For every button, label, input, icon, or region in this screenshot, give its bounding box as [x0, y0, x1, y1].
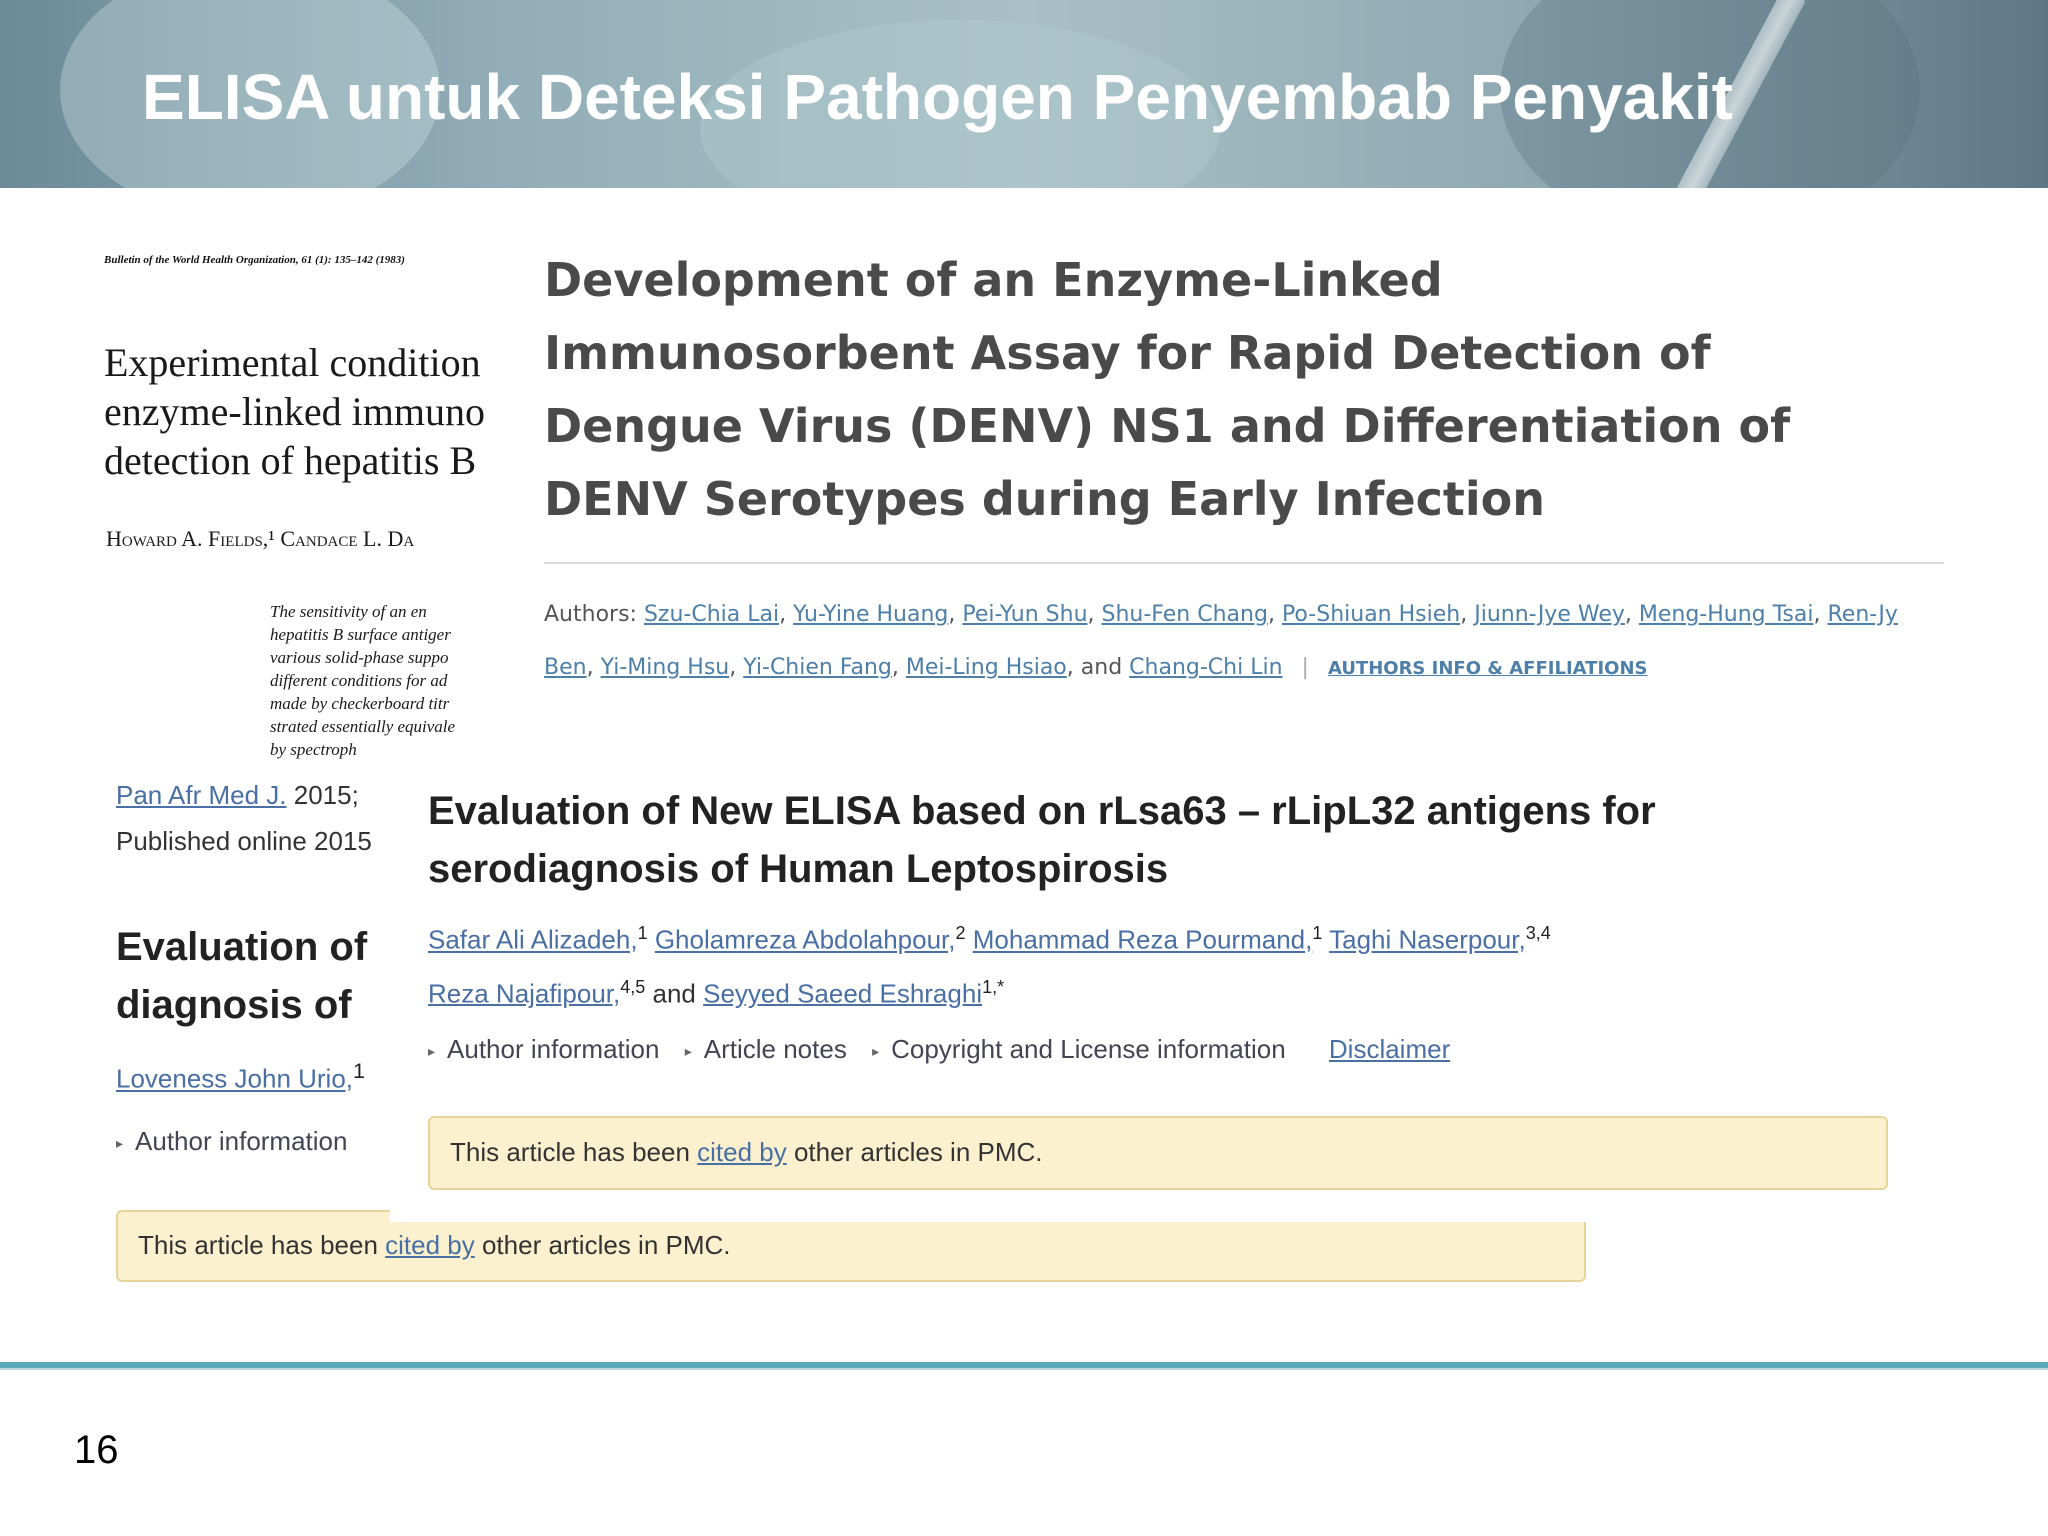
author-link[interactable]: Shu-Fen Chang: [1102, 602, 1268, 627]
journal-year: 2015;: [286, 780, 359, 810]
paper-screenshot-leptospirosis: Evaluation of New ELISA based on rLsa63 …: [390, 766, 1950, 1222]
paper-title: Experimental condition enzyme-linked imm…: [104, 338, 485, 485]
authors-label: Authors:: [544, 602, 637, 627]
author-link[interactable]: Pei-Yun Shu: [962, 602, 1087, 627]
abstract-line: by spectroph: [270, 740, 357, 759]
author-affiliation: 1: [1312, 923, 1323, 943]
article-notes-toggle[interactable]: ▸ Article notes: [685, 1034, 847, 1064]
journal-citation: Pan Afr Med J. 2015;: [116, 780, 359, 811]
author-link[interactable]: Seyyed Saeed Eshraghi: [703, 978, 982, 1008]
paper-abstract: The sensitivity of an en hepatitis B sur…: [270, 600, 455, 761]
paper-title-line: serodiagnosis of Human Leptospirosis: [428, 847, 1169, 891]
triangle-right-icon: ▸: [872, 1042, 880, 1059]
author-link[interactable]: Loveness John Urio,1: [116, 1058, 365, 1095]
author-affiliation: 3,4: [1525, 923, 1551, 943]
and-text: and: [652, 978, 696, 1009]
author-link[interactable]: Meng-Hung Tsai: [1639, 602, 1814, 627]
paper-title: Evaluation of New ELISA based on rLsa63 …: [428, 782, 1656, 898]
author-link[interactable]: Mei-Ling Hsiao: [906, 655, 1067, 680]
slide-title: ELISA untuk Deteksi Pathogen Penyembab P…: [142, 61, 1733, 133]
cited-by-link[interactable]: cited by: [697, 1137, 787, 1167]
footer-divider-shadow: [0, 1368, 2048, 1370]
cited-text: other articles in PMC.: [786, 1137, 1043, 1167]
journal-citation: Bulletin of the World Health Organizatio…: [104, 254, 405, 266]
author-affiliation: 4,5: [620, 976, 646, 997]
paper-title-line: Evaluation of New ELISA based on rLsa63 …: [428, 789, 1656, 833]
header-banner: ELISA untuk Deteksi Pathogen Penyembab P…: [0, 0, 2048, 188]
author-link[interactable]: Yi-Ming Hsu: [601, 655, 730, 680]
author-link[interactable]: Taghi Naserpour,: [1329, 925, 1526, 955]
author-line: Safar Ali Alizadeh,1 Gholamreza Abdolahp…: [428, 910, 1551, 964]
toggle-label: Author information: [447, 1034, 660, 1064]
author-link[interactable]: Mohammad Reza Pourmand,: [973, 925, 1313, 955]
paper-title-line: enzyme-linked immuno: [104, 389, 486, 434]
divider: [544, 562, 1944, 564]
separator: |: [1301, 655, 1309, 680]
paper-screenshot-hepatitis: Bulletin of the World Health Organizatio…: [100, 250, 520, 770]
toggle-label: Article notes: [703, 1034, 847, 1064]
author-link[interactable]: Yi-Chien Fang: [743, 655, 892, 680]
journal-link[interactable]: Pan Afr Med J.: [116, 780, 287, 810]
author-information-toggle[interactable]: ▸ Author information: [428, 1034, 659, 1064]
paper-title-line: DENV Serotypes during Early Infection: [544, 472, 1546, 526]
paper-title: Evaluation of diagnosis of: [116, 918, 367, 1034]
toggle-label: Copyright and License information: [891, 1034, 1286, 1064]
triangle-right-icon: ▸: [684, 1042, 692, 1059]
author-link[interactable]: Safar Ali Alizadeh,: [428, 925, 638, 955]
author-link[interactable]: Po-Shiuan Hsieh: [1282, 602, 1460, 627]
paper-title-line: Development of an Enzyme-Linked: [544, 253, 1443, 307]
author-affiliation: 1,*: [982, 976, 1005, 997]
cited-by-notice: This article has been cited by other art…: [428, 1116, 1888, 1190]
cited-text: other articles in PMC.: [474, 1230, 731, 1260]
author-link[interactable]: Szu-Chia Lai: [644, 602, 779, 627]
author-link[interactable]: Gholamreza Abdolahpour,: [655, 925, 956, 955]
page-number: 16: [74, 1428, 119, 1472]
and-text: and: [1080, 655, 1123, 680]
article-info-links: ▸ Author information ▸ Article notes ▸ Copy…: [428, 1034, 1450, 1065]
author-link[interactable]: Jiunn-Jye Wey: [1474, 602, 1625, 627]
paper-title-line: Experimental condition: [104, 340, 481, 385]
paper-title-line: Dengue Virus (DENV) NS1 and Differentiat…: [544, 399, 1791, 453]
abstract-line: The sensitivity of an en: [270, 602, 427, 621]
paper-screenshot-dengue: Development of an Enzyme-Linked Immunoso…: [520, 218, 1950, 768]
paper-title-line: Immunosorbent Assay for Rapid Detection …: [544, 326, 1711, 380]
cited-text: This article has been: [138, 1230, 386, 1260]
paper-title-line: Evaluation of: [116, 925, 368, 969]
cited-by-link[interactable]: cited by: [385, 1230, 475, 1260]
abstract-line: hepatitis B surface antiger: [270, 625, 451, 644]
published-date: Published online 2015: [116, 826, 372, 856]
author-affiliation: 2: [955, 923, 966, 943]
paper-authors: Howard A. Fields,¹ Candace L. Da: [106, 526, 415, 551]
author-list: Authors: Szu-Chia Lai, Yu-Yine Huang, Pe…: [544, 602, 1898, 680]
author-info-toggle[interactable]: ▸ Author information: [116, 1126, 347, 1157]
author-link[interactable]: Yu-Yine Huang: [793, 602, 948, 627]
author-affiliation: 1: [353, 1058, 366, 1083]
author-list: Safar Ali Alizadeh,1 Gholamreza Abdolahp…: [428, 910, 1551, 1017]
author-link[interactable]: Chang-Chi Lin: [1129, 655, 1282, 680]
author-info-label: Author information: [135, 1126, 348, 1156]
copyright-license-toggle[interactable]: ▸ Copyright and License information: [872, 1034, 1286, 1064]
author-affiliation: 1: [637, 923, 648, 943]
author-name[interactable]: Loveness John Urio,: [116, 1064, 353, 1094]
author-line: Reza Najafipour,4,5 and Seyyed Saeed Esh…: [428, 964, 1551, 1018]
abstract-line: made by checkerboard titr: [270, 694, 450, 713]
paper-title-line: diagnosis of: [116, 983, 352, 1027]
triangle-right-icon: ▸: [116, 1134, 124, 1151]
disclaimer-link[interactable]: Disclaimer: [1329, 1034, 1450, 1064]
cited-text: This article has been: [450, 1137, 698, 1167]
paper-title-line: detection of hepatitis B: [104, 438, 477, 483]
abstract-line: strated essentially equivale: [270, 717, 456, 736]
triangle-right-icon: ▸: [428, 1042, 436, 1059]
abstract-line: different conditions for ad: [270, 671, 448, 690]
paper-title: Development of an Enzyme-Linked Immunoso…: [544, 244, 1790, 536]
author-link[interactable]: Reza Najafipour,: [428, 978, 620, 1008]
authors-info-link[interactable]: AUTHORS INFO & AFFILIATIONS: [1328, 658, 1648, 679]
abstract-line: various solid-phase suppo: [270, 648, 449, 667]
